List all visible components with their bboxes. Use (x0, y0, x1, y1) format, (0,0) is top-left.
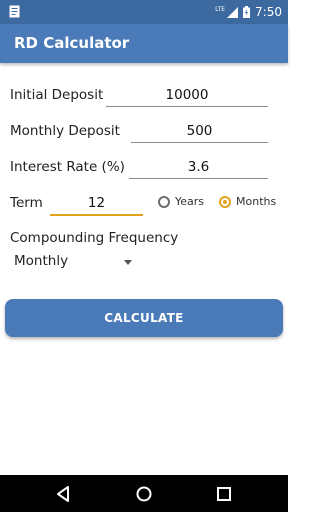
network-label: LTE (215, 5, 226, 13)
home-icon[interactable] (135, 485, 153, 503)
compounding-frequency-dropdown[interactable]: Monthly (14, 253, 134, 273)
radio-checked-icon (219, 195, 231, 208)
interest-rate-input[interactable]: 3.6 (129, 156, 268, 179)
monthly-deposit-input[interactable]: 500 (131, 120, 268, 143)
term-months-radio[interactable]: Months (219, 195, 276, 208)
interest-rate-row: Interest Rate (%) 3.6 (10, 156, 270, 182)
back-icon[interactable] (55, 485, 73, 503)
years-label: Years (175, 195, 205, 208)
monthly-deposit-row: Monthly Deposit 500 (10, 120, 270, 146)
initial-deposit-input[interactable]: 10000 (106, 84, 268, 107)
radio-unchecked-icon (158, 195, 170, 208)
term-label: Term (10, 195, 43, 211)
dropdown-arrow-icon (124, 260, 132, 265)
status-time: 7:50 (255, 5, 282, 19)
initial-deposit-label: Initial Deposit (10, 87, 104, 103)
status-bar: LTE 7:50 (0, 0, 288, 24)
term-input[interactable]: 12 (50, 192, 143, 216)
interest-rate-label: Interest Rate (%) (10, 159, 125, 175)
recents-icon[interactable] (215, 485, 233, 503)
initial-deposit-row: Initial Deposit 10000 (10, 84, 270, 110)
signal-icon (227, 6, 239, 18)
battery-icon (243, 6, 251, 18)
navigation-bar (0, 475, 288, 512)
monthly-deposit-label: Monthly Deposit (10, 123, 120, 139)
term-years-radio[interactable]: Years (158, 195, 204, 208)
calculate-button[interactable]: CALCULATE (5, 299, 283, 337)
app-title: RD Calculator (14, 34, 130, 52)
compounding-frequency-value: Monthly (14, 253, 69, 269)
months-label: Months (236, 195, 277, 208)
compounding-frequency-label: Compounding Frequency (10, 230, 179, 246)
notification-icon (9, 5, 20, 18)
app-bar: RD Calculator (0, 24, 288, 63)
term-row: Term 12 Years Months (10, 192, 285, 218)
